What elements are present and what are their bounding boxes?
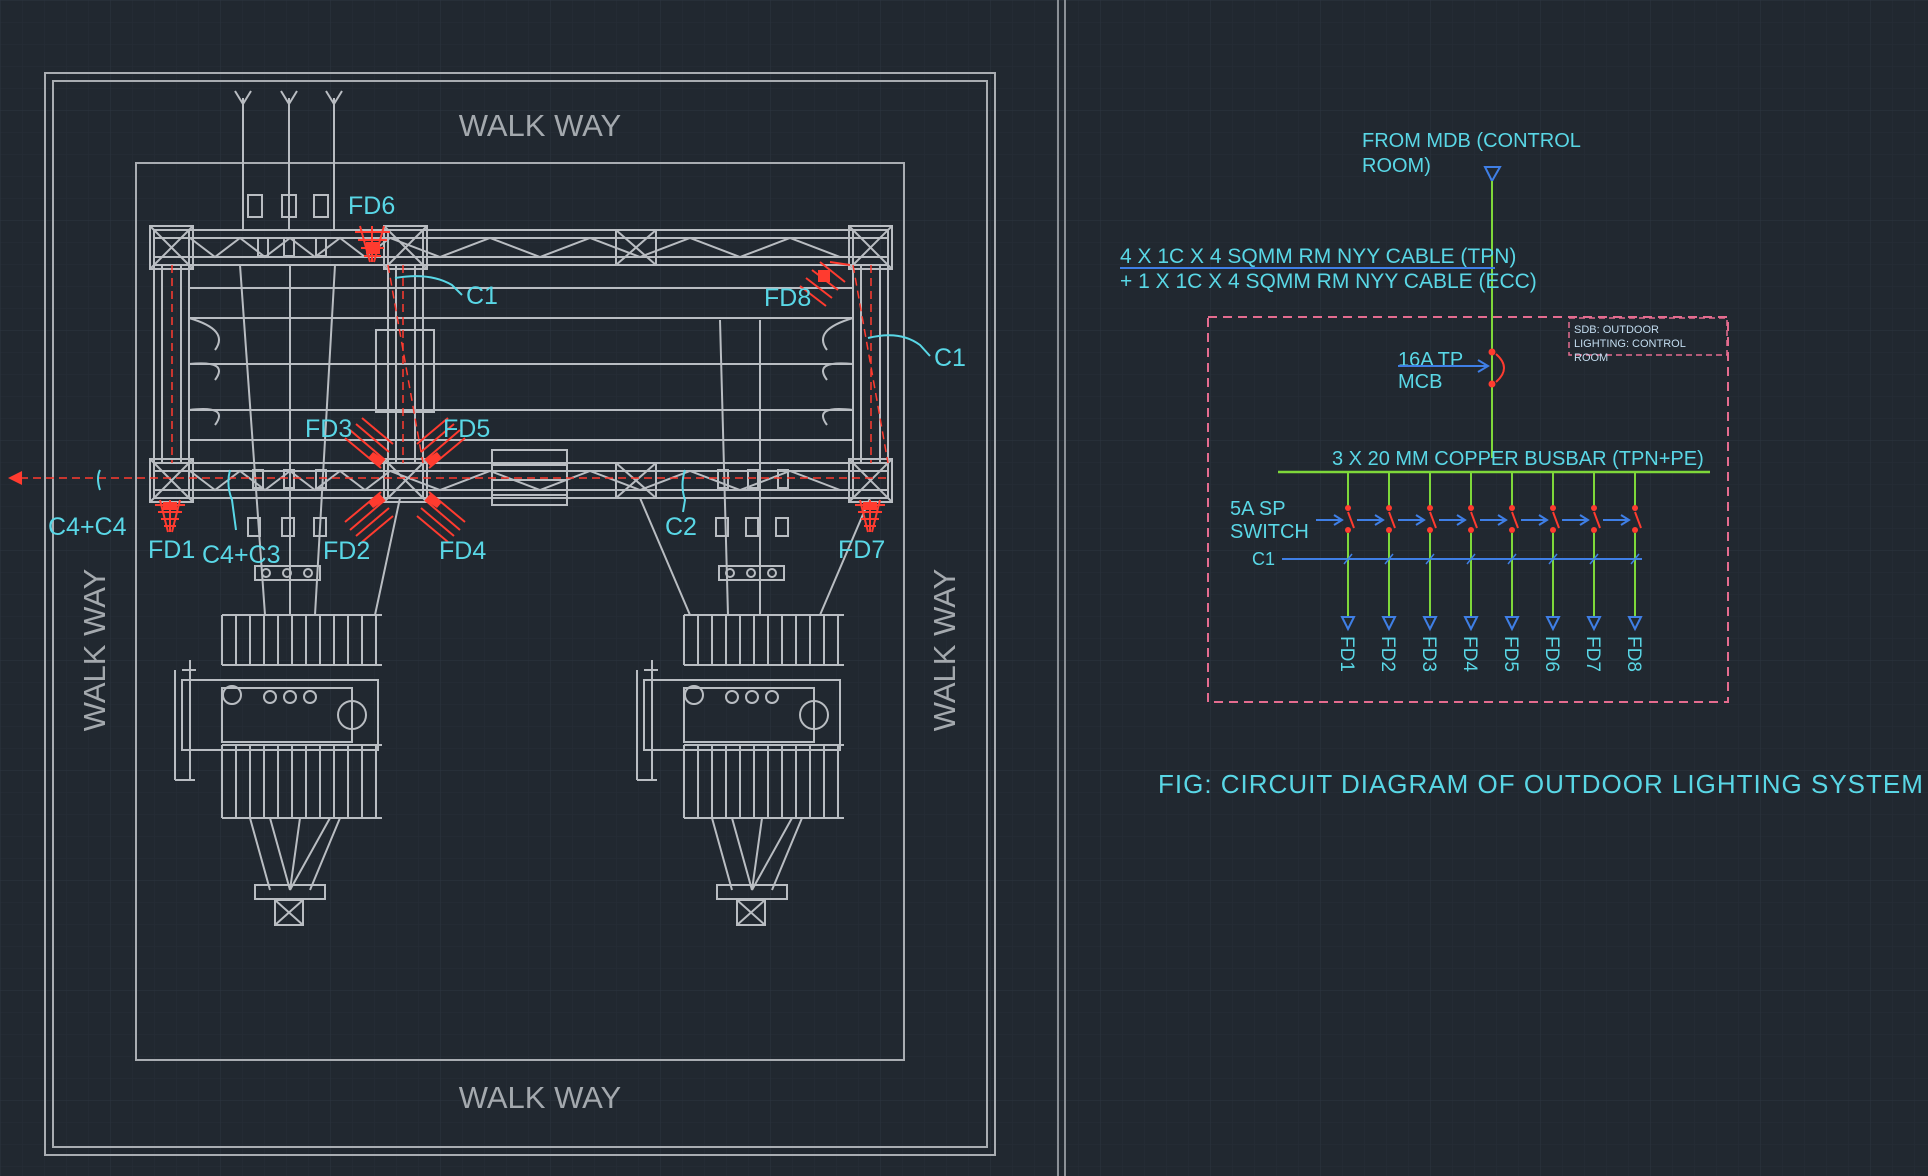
- switch-contact-top: [1591, 505, 1597, 511]
- source-label-line2: ROOM): [1362, 155, 1431, 177]
- switch-contact-bottom: [1509, 527, 1515, 533]
- walkway-left-label: WALK WAY: [77, 569, 112, 731]
- label-c2: C2: [665, 513, 697, 541]
- branch-label-fd1: FD1: [1336, 636, 1357, 672]
- branch-label-fd7: FD7: [1582, 636, 1603, 672]
- c1-label: C1: [1252, 549, 1275, 569]
- switch-contact-bottom: [1632, 527, 1638, 533]
- switch-contact-top: [1427, 505, 1433, 511]
- cable-spec-line2: + 1 X 1C X 4 SQMM RM NYY CABLE (ECC): [1120, 270, 1537, 293]
- label-fd2: FD2: [323, 537, 370, 565]
- switch-contact-bottom: [1591, 527, 1597, 533]
- sdb-label-line1: SDB: OUTDOOR: [1574, 324, 1659, 336]
- switch-label-line2: SWITCH: [1230, 521, 1309, 543]
- sdb-label-line3: ROOM: [1574, 352, 1608, 364]
- switch-contact-top: [1632, 505, 1638, 511]
- label-fd1: FD1: [148, 536, 195, 564]
- switch-contact-top: [1509, 505, 1515, 511]
- mcb-label-line2: MCB: [1398, 371, 1442, 393]
- branch-label-fd3: FD3: [1418, 636, 1439, 672]
- switch-contact-bottom: [1386, 527, 1392, 533]
- switch-contact-bottom: [1468, 527, 1474, 533]
- source-label-line1: FROM MDB (CONTROL: [1362, 130, 1581, 152]
- busbar-label: 3 X 20 MM COPPER BUSBAR (TPN+PE): [1332, 448, 1704, 470]
- switch-contact-top: [1386, 505, 1392, 511]
- walkway-top-label: WALK WAY: [459, 108, 621, 143]
- switch-contact-top: [1550, 505, 1556, 511]
- switch-contact-bottom: [1345, 527, 1351, 533]
- label-fd6: FD6: [348, 192, 395, 220]
- branch-label-fd2: FD2: [1377, 636, 1398, 672]
- branch-label-fd5: FD5: [1500, 636, 1521, 672]
- branch-label-fd4: FD4: [1459, 636, 1480, 672]
- walkway-bottom-label: WALK WAY: [459, 1080, 621, 1115]
- switch-label-line1: 5A SP: [1230, 498, 1286, 520]
- switch-contact-bottom: [1550, 527, 1556, 533]
- label-fd7: FD7: [838, 536, 885, 564]
- label-c4c4: C4+C4: [48, 513, 127, 541]
- mcb-label-line1: 16A TP: [1398, 349, 1463, 371]
- switch-contact-bottom: [1427, 527, 1433, 533]
- label-c1-left: C1: [466, 282, 498, 310]
- branch-label-fd6: FD6: [1541, 636, 1562, 672]
- label-c4c3: C4+C3: [202, 541, 281, 569]
- branch-label-fd8: FD8: [1623, 636, 1644, 672]
- label-fd3: FD3: [305, 415, 352, 443]
- switch-contact-top: [1345, 505, 1351, 511]
- label-fd8: FD8: [764, 284, 811, 312]
- switch-contact-top: [1468, 505, 1474, 511]
- label-c1-right: C1: [934, 344, 966, 372]
- figure-caption: FIG: CIRCUIT DIAGRAM OF OUTDOOR LIGHTING…: [1158, 769, 1924, 799]
- label-fd5: FD5: [443, 415, 490, 443]
- walkway-right-label: WALK WAY: [927, 569, 962, 731]
- cable-spec-line1: 4 X 1C X 4 SQMM RM NYY CABLE (TPN): [1120, 245, 1516, 268]
- sdb-label-line2: LIGHTING: CONTROL: [1574, 338, 1686, 350]
- cad-drawing-canvas[interactable]: WALK WAY WALK WAY WALK WAY WALK WAY FD6 …: [0, 0, 1928, 1176]
- label-fd4: FD4: [439, 537, 486, 565]
